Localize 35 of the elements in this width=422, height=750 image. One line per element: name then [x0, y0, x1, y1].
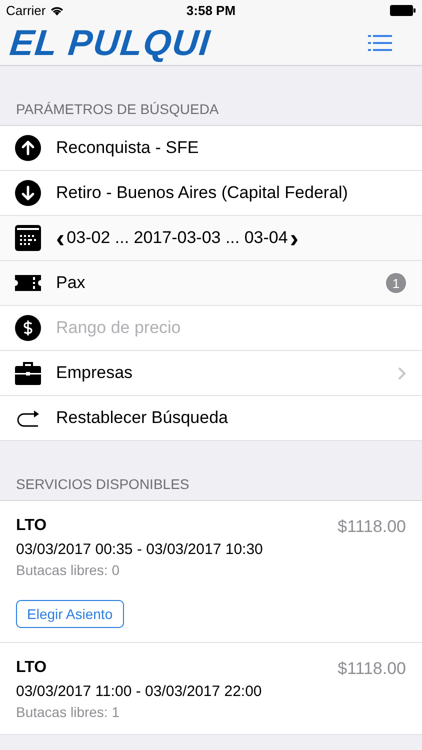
carrier-label: Carrier: [6, 2, 46, 18]
price-label: $1118.00: [338, 517, 406, 537]
seats-text: Butacas libres: 1: [16, 704, 120, 720]
battery-icon: [390, 4, 416, 16]
search-row[interactable]: Pax 1: [0, 261, 422, 306]
company-name: LTO: [16, 517, 47, 536]
menu-icon[interactable]: [368, 34, 392, 50]
wifi-icon: [50, 4, 64, 16]
next-button[interactable]: ›: [290, 228, 298, 248]
dollar-icon: [15, 315, 41, 341]
row-label: Empresas: [56, 363, 133, 383]
schedule-text: 03/03/2017 11:00 - 03/03/2017 22:00: [16, 683, 263, 700]
row-label: Restablecer Búsqueda: [56, 408, 228, 428]
ticket-icon: [15, 275, 41, 291]
price-label: $1118.00: [338, 659, 406, 679]
row-label: Retiro - Buenos Aires (Capital Federal): [56, 183, 348, 203]
briefcase-icon: [15, 361, 41, 385]
row-label: Reconquista - SFE: [56, 138, 199, 158]
row-label: Pax: [56, 273, 86, 293]
section-header: PARÁMETROS DE BÚSQUEDA: [16, 101, 219, 117]
company-name: LTO: [16, 659, 47, 678]
search-row[interactable]: Restablecer Búsqueda: [0, 396, 422, 441]
logo: EL PULQUI: [8, 24, 212, 60]
schedule-text: 03/03/2017 00:35 - 03/03/2017 10:30: [16, 541, 264, 558]
choose-seat-button[interactable]: Elegir Asiento: [16, 600, 124, 628]
search-row[interactable]: Reconquista - SFE: [0, 126, 422, 171]
section-header: SERVICIOS DISPONIBLES: [16, 476, 190, 492]
previous-button[interactable]: ‹: [56, 228, 65, 248]
search-row[interactable]: Empresas: [0, 351, 422, 396]
reset-arrow-icon: [16, 409, 40, 427]
count-badge: 1: [386, 273, 406, 293]
calendar-icon: [15, 225, 41, 251]
seats-text: Butacas libres: 0: [16, 562, 120, 578]
clock-time: 3:58 PM: [186, 2, 236, 18]
date-range: 03-02 ... 2017-03-03 ... 03-04: [66, 228, 288, 248]
